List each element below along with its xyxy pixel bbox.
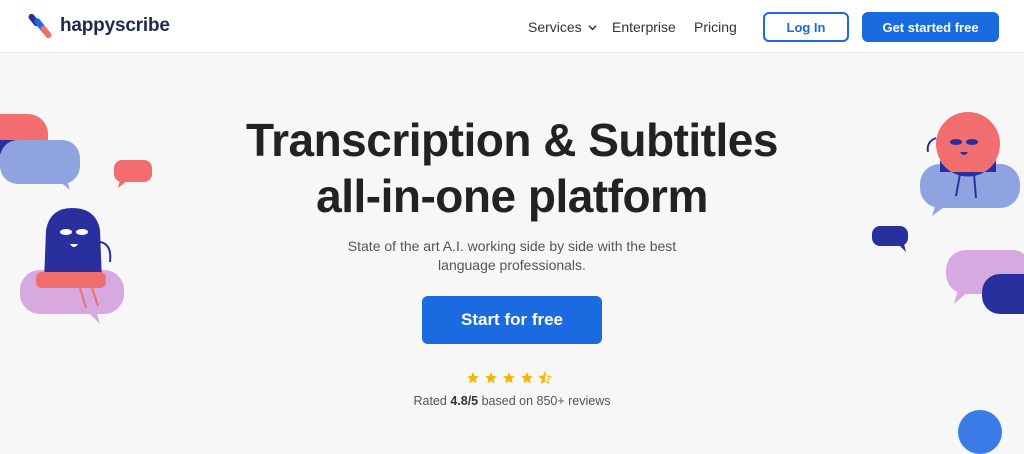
star-icon [503,372,515,384]
start-for-free-button[interactable]: Start for free [422,296,602,344]
brand-logo[interactable]: happyscribe [28,11,170,41]
brand-name: happyscribe [60,15,170,36]
rating-text: Rated 4.8/5 based on 850+ reviews [0,394,1024,408]
hero-title: Transcription & Subtitles all-in-one pla… [0,112,1024,224]
star-icon [467,372,479,384]
rating-score: 4.8/5 [450,394,479,408]
rating-prefix: Rated [413,394,451,408]
login-button[interactable]: Log In [763,12,849,42]
star-icon [521,372,533,384]
top-navbar: happyscribe Services Enterprise Pricing … [0,0,1024,53]
rating-suffix: based on 850+ reviews [478,394,611,408]
star-rating [466,371,552,385]
star-icon [485,372,497,384]
get-started-button[interactable]: Get started free [862,12,999,42]
nav-services-label: Services [528,19,582,35]
hero-title-line-2: all-in-one platform [316,170,708,222]
chevron-down-icon [588,24,597,30]
hero-subtitle-line-2: language professionals. [438,257,586,273]
happyscribe-logo-icon [28,13,52,39]
hero-subtitle-line-1: State of the art A.I. working side by si… [347,238,677,254]
hero-title-line-1: Transcription & Subtitles [246,114,778,166]
nav-enterprise[interactable]: Enterprise [612,19,676,35]
hero-subtitle: State of the art A.I. working side by si… [312,237,712,275]
nav-services[interactable]: Services [528,19,597,35]
half-star-icon [538,371,552,385]
nav-pricing[interactable]: Pricing [694,19,737,35]
